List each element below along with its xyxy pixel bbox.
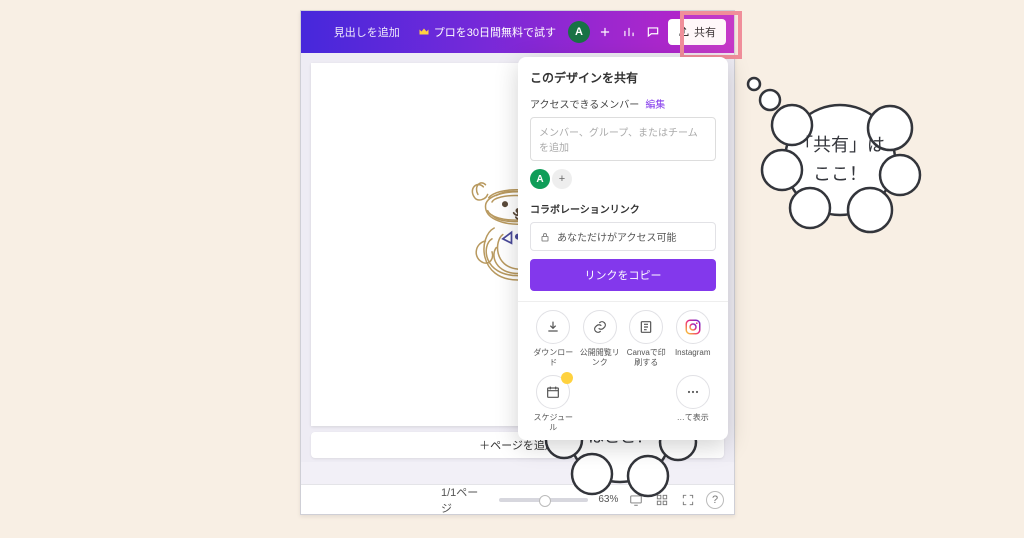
annotation-text: ここ！ [813,160,867,189]
instagram-label: Instagram [675,348,711,358]
schedule-action[interactable]: スケジュール [530,375,577,432]
design-title-input[interactable]: 見出しを追加 [328,20,406,44]
link-access-text: あなただけがアクセス可能 [557,229,677,244]
lock-icon [539,231,551,243]
schedule-label: スケジュール [530,413,577,432]
pro-trial-button[interactable]: プロを30日間無料で試す [412,20,562,44]
help-icon[interactable]: ? [706,491,724,509]
share-button[interactable]: 共有 [668,19,726,45]
print-icon [629,310,663,344]
access-label-row: アクセスできるメンバー 編集 [530,96,716,111]
annotation-text: 「共有」は [795,131,885,160]
public-link-action[interactable]: 公開閲覧リンク [577,310,624,367]
zoom-value: 63% [598,494,618,505]
link-access-select[interactable]: あなただけがアクセス可能 [530,222,716,251]
member-input[interactable]: メンバー、グループ、またはチームを追加 [530,117,716,161]
print-label: Canvaで印刷する [623,348,670,367]
access-edit-link[interactable]: 編集 [645,96,665,111]
share-actions-grid: ダウンロード 公開閲覧リンク Canvaで印刷する Instagram [530,310,716,432]
fullscreen-icon[interactable] [680,492,696,508]
download-action[interactable]: ダウンロード [530,310,577,367]
zoom-slider[interactable] [499,498,589,502]
instagram-action[interactable]: Instagram [670,310,717,367]
link-icon [583,310,617,344]
more-icon [676,375,710,409]
divider [518,301,728,302]
pro-trial-label: プロを30日間無料で試す [434,24,556,40]
analytics-icon[interactable] [620,23,638,41]
public-link-label: 公開閲覧リンク [577,348,624,367]
member-avatar[interactable]: A [530,169,550,189]
share-button-label: 共有 [694,24,716,40]
top-bar: 見出しを追加 プロを30日間無料で試す A 共有 [301,11,734,53]
view-all-action[interactable]: …て表示 [670,375,717,432]
calendar-icon [536,375,570,409]
view-device-icon[interactable] [628,492,644,508]
plus-icon[interactable] [596,23,614,41]
print-action[interactable]: Canvaで印刷する [623,310,670,367]
instagram-icon [676,310,710,344]
view-all-label: …て表示 [677,413,709,423]
user-avatar[interactable]: A [568,21,590,43]
comment-icon[interactable] [644,23,662,41]
member-avatars: A + [530,169,716,189]
copy-link-button[interactable]: リンクをコピー [530,259,716,291]
share-popover: このデザインを共有 アクセスできるメンバー 編集 メンバー、グループ、またはチー… [518,57,728,440]
popover-title: このデザインを共有 [530,69,716,86]
upload-icon [678,26,690,38]
access-label: アクセスできるメンバー [530,96,639,111]
page-indicator: 1/1ページ [441,484,489,516]
grid-view-icon[interactable] [654,492,670,508]
collab-label: コラボレーションリンク [530,201,716,216]
annotation-share-bubble: 「共有」は ここ！ [740,70,940,250]
app-window: 見出しを追加 プロを30日間無料で試す A 共有 [300,10,735,515]
footer-bar: 1/1ページ 63% ? [301,484,734,514]
download-label: ダウンロード [530,348,577,367]
crown-icon [418,26,430,38]
download-icon [536,310,570,344]
add-member-button[interactable]: + [552,169,572,189]
